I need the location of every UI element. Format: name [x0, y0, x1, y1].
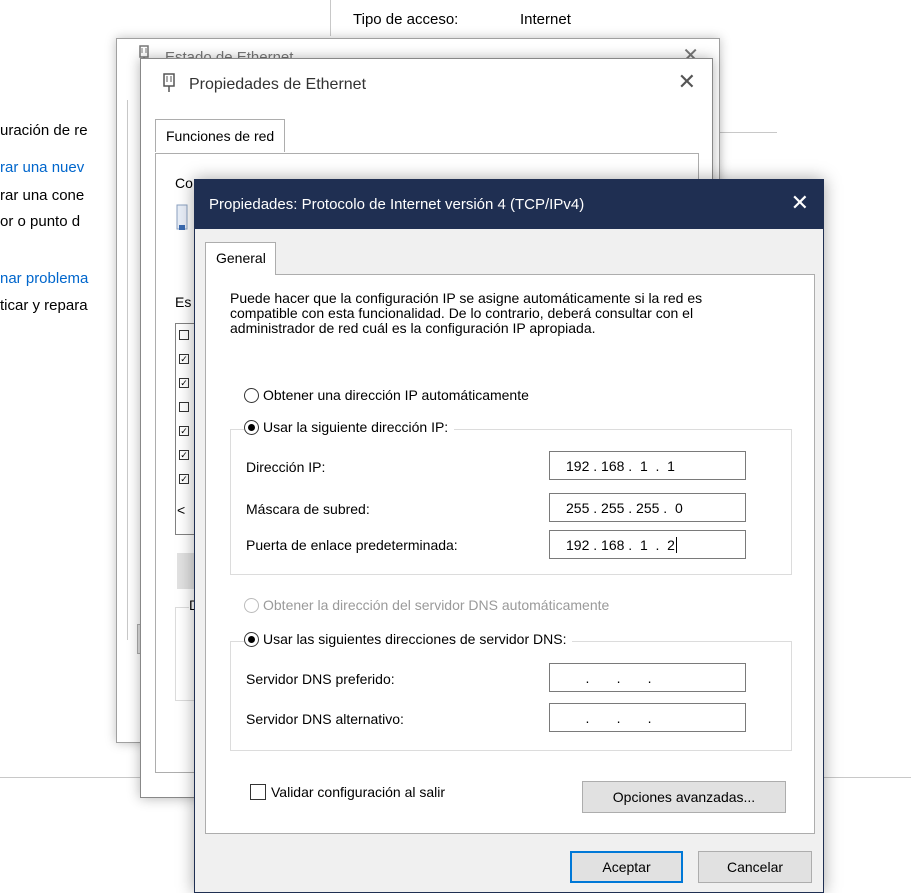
checkbox[interactable]: ✓	[179, 354, 189, 364]
gateway-field[interactable]: 192 . 168 . 1 . 2	[549, 530, 746, 559]
description-text: Puede hacer que la configuración IP se a…	[230, 290, 703, 336]
text-caret	[675, 536, 677, 553]
checkbox[interactable]: ✓	[179, 450, 189, 460]
dialog-title: Propiedades: Protocolo de Internet versi…	[209, 196, 585, 213]
gateway-label: Puerta de enlace predeterminada:	[246, 537, 458, 553]
dns-alternate-field[interactable]: . . .	[549, 703, 746, 732]
subnet-mask-label: Máscara de subred:	[246, 501, 370, 517]
tab-funciones-de-red[interactable]: Funciones de red	[155, 119, 286, 152]
radio-indicator[interactable]	[244, 419, 259, 435]
radio-ip-auto[interactable]: Obtener una dirección IP automáticamente	[244, 387, 535, 403]
divider-line	[712, 132, 777, 133]
checkbox[interactable]: ✓	[179, 474, 189, 484]
dns-settings-group	[230, 641, 792, 751]
network-card-icon	[176, 204, 188, 230]
scroll-left-icon[interactable]: <	[177, 502, 185, 518]
radio-dns-manual[interactable]: Usar las siguientes direcciones de servi…	[244, 631, 573, 647]
window-title: Propiedades de Ethernet	[189, 76, 367, 93]
divider-line	[824, 777, 911, 778]
general-panel: Puede hacer que la configuración IP se a…	[205, 274, 815, 834]
checkbox-label: Validar configuración al salir	[271, 784, 446, 800]
checkbox[interactable]: ✓	[179, 426, 189, 436]
checkbox[interactable]	[179, 330, 189, 340]
radio-indicator[interactable]	[244, 597, 259, 613]
radio-dns-auto[interactable]: Obtener la dirección del servidor DNS au…	[244, 597, 616, 613]
ok-button[interactable]: Aceptar	[570, 851, 683, 883]
radio-ip-manual[interactable]: Usar la siguiente dirección IP:	[244, 419, 455, 435]
dialog-titlebar: Propiedades: Protocolo de Internet versi…	[195, 180, 823, 229]
checkbox[interactable]	[179, 402, 189, 412]
radio-indicator[interactable]	[244, 387, 259, 403]
background-text-fragment: rar una cone	[0, 187, 85, 204]
background-text-fragment: or o punto d	[0, 213, 81, 230]
tab-general[interactable]: General	[205, 242, 276, 275]
background-link-fragment[interactable]: rar una nuev	[0, 159, 84, 176]
radio-label: Usar las siguientes direcciones de servi…	[263, 631, 567, 647]
network-adapter-icon	[163, 73, 175, 92]
components-list[interactable]: ✓ ✓ ✓ ✓ ✓ <	[175, 323, 195, 535]
cancel-button[interactable]: Cancelar	[698, 851, 812, 883]
dns-preferred-field[interactable]: . . .	[549, 663, 746, 692]
checkbox-indicator[interactable]	[250, 784, 266, 800]
subnet-mask-field[interactable]: 255 . 255 . 255 . 0	[549, 493, 746, 522]
divider-line	[330, 0, 331, 36]
close-icon[interactable]: ✕	[678, 69, 696, 95]
radio-indicator[interactable]	[244, 631, 259, 647]
ip-address-label: Dirección IP:	[246, 459, 326, 475]
background-text-fragment: ticar y repara	[0, 297, 88, 314]
ip-address-field[interactable]: 192 . 168 . 1 . 1	[549, 451, 746, 480]
divider-line	[0, 777, 140, 778]
validate-on-exit-checkbox[interactable]: Validar configuración al salir	[250, 784, 445, 800]
advanced-options-button[interactable]: Opciones avanzadas...	[582, 781, 786, 813]
radio-label: Obtener la dirección del servidor DNS au…	[263, 597, 610, 613]
radio-label: Usar la siguiente dirección IP:	[263, 419, 449, 435]
connect-label-fragment: Co	[175, 175, 193, 191]
close-icon[interactable]: ✕	[791, 190, 809, 216]
dns-preferred-label: Servidor DNS preferido:	[246, 671, 395, 687]
items-label-fragment: Es	[175, 294, 192, 310]
panel-edge	[127, 100, 135, 640]
radio-label: Obtener una dirección IP automáticamente	[263, 387, 529, 403]
background-link-fragment[interactable]: nar problema	[0, 270, 88, 287]
background-text-fragment: uración de re	[0, 122, 88, 139]
ipv4-properties-dialog: Propiedades: Protocolo de Internet versi…	[194, 179, 824, 893]
access-type-label: Tipo de acceso:	[353, 11, 459, 28]
dns-alternate-label: Servidor DNS alternativo:	[246, 711, 404, 727]
access-type-value: Internet	[520, 11, 571, 28]
checkbox[interactable]: ✓	[179, 378, 189, 388]
